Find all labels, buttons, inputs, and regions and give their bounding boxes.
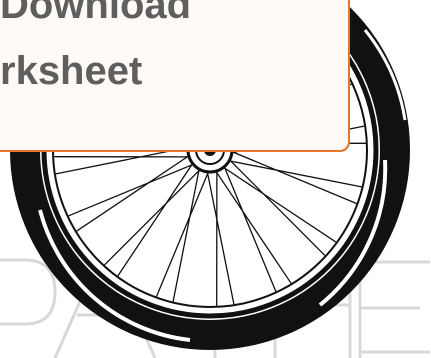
- download-worksheet-card[interactable]: Download rksheet: [0, 0, 350, 152]
- card-title-line-2: rksheet: [0, 49, 143, 93]
- card-title-line-1: Download: [0, 0, 192, 27]
